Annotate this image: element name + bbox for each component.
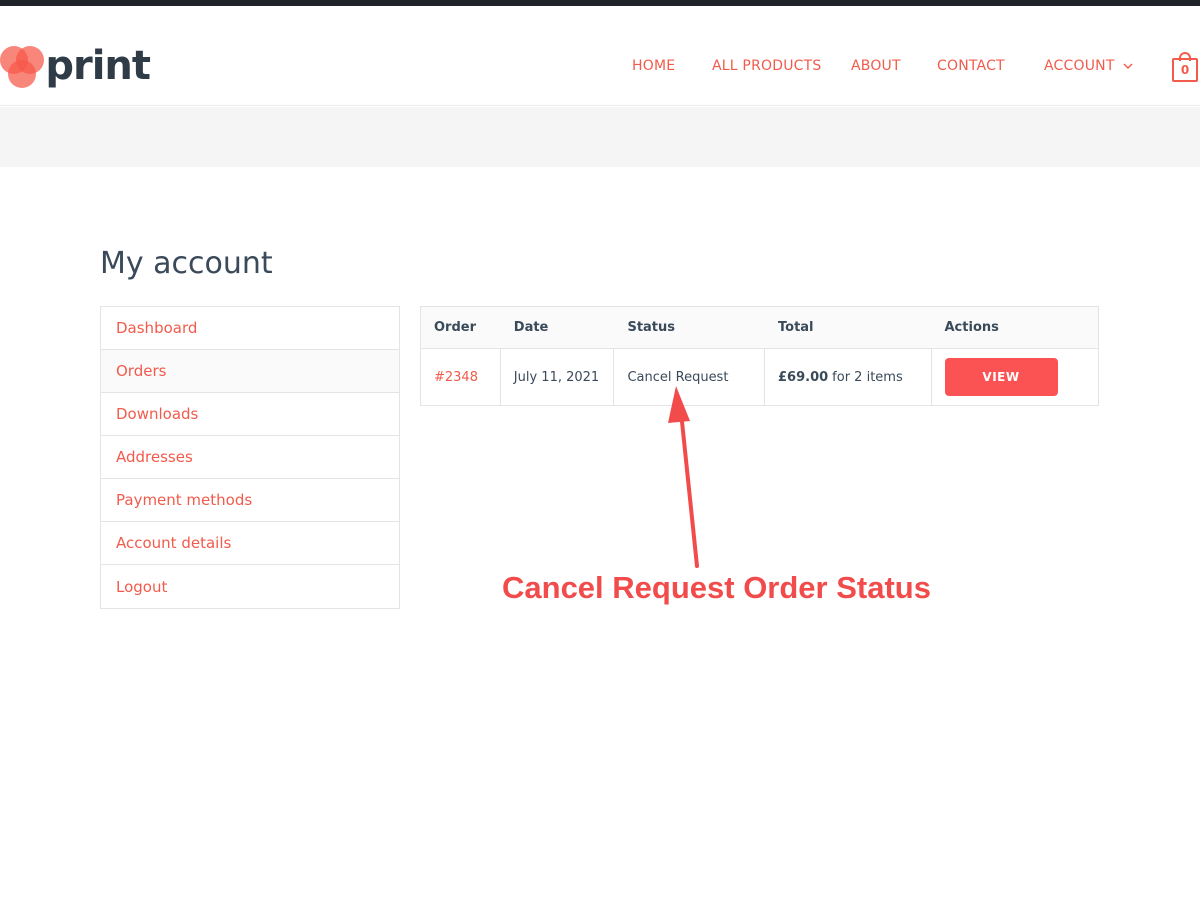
annotation-label: Cancel Request Order Status [502, 570, 931, 605]
annotation-arrow-icon [668, 386, 699, 568]
